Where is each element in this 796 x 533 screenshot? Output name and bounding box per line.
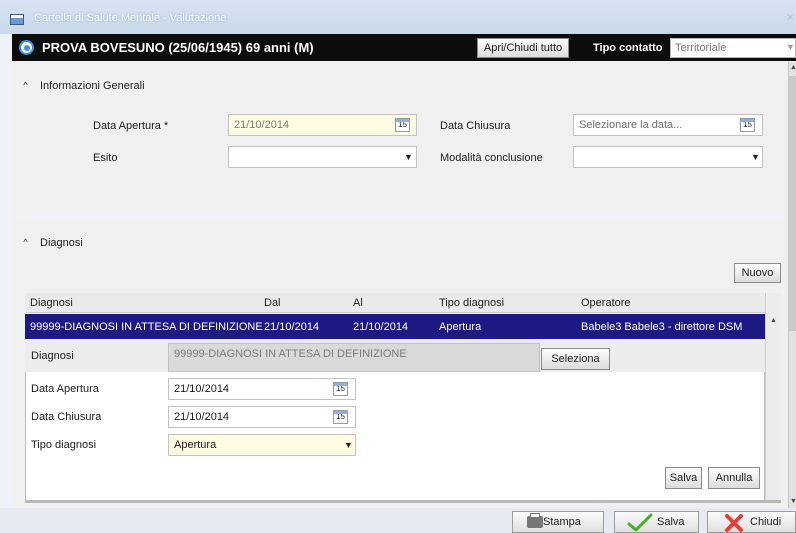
- detail-data-apertura-label: Data Apertura: [31, 383, 99, 395]
- patient-info-icon: [19, 40, 34, 55]
- salva-button[interactable]: Salva: [614, 511, 699, 533]
- calendar-icon[interactable]: 15: [740, 118, 755, 132]
- row-tipo-cell: Apertura: [439, 321, 482, 333]
- col-dal[interactable]: Dal: [264, 297, 281, 309]
- app-window-icon: [10, 14, 24, 25]
- data-chiusura-label: Data Chiusura: [440, 120, 511, 132]
- col-operatore[interactable]: Operatore: [581, 297, 631, 309]
- calendar-icon[interactable]: 15: [395, 118, 410, 132]
- modalita-conclusione-label: Modalità conclusione: [440, 152, 543, 164]
- tipo-contatto-label: Tipo contatto: [593, 42, 663, 54]
- detail-annulla-button[interactable]: Annulla: [708, 467, 760, 489]
- detail-tipo-label: Tipo diagnosi: [31, 439, 97, 451]
- patient-name: PROVA BOVESUNO (25/06/1945) 69 anni (M): [42, 40, 314, 55]
- row-diagnosi-cell: 99999-DIAGNOSI IN ATTESA DI DEFINIZIONE: [30, 321, 263, 333]
- chevron-down-icon: ▼: [751, 152, 760, 162]
- toggle-all-button[interactable]: Apri/Chiudi tutto: [477, 38, 569, 58]
- printer-icon: [527, 513, 543, 528]
- grid-bottom-border: [25, 500, 781, 503]
- tipo-contatto-select[interactable]: Territoriale: [670, 38, 796, 58]
- col-al[interactable]: Al: [353, 297, 363, 309]
- scroll-down-icon[interactable]: ▼: [790, 498, 796, 505]
- grid-scrollbar[interactable]: ▲: [765, 293, 781, 500]
- salva-label: Salva: [657, 516, 685, 528]
- collapse-general-icon[interactable]: ^: [20, 80, 31, 91]
- col-diagnosi[interactable]: Diagnosi: [30, 297, 73, 309]
- data-apertura-label: Data Apertura *: [93, 120, 169, 132]
- checkmark-icon: [627, 513, 653, 532]
- seleziona-button[interactable]: Seleziona: [541, 348, 610, 370]
- calendar-icon[interactable]: 15: [333, 410, 348, 424]
- esito-label: Esito: [93, 152, 118, 164]
- col-tipo-diagnosi[interactable]: Tipo diagnosi: [439, 297, 504, 309]
- row-dal-cell: 21/10/2014: [264, 321, 320, 333]
- detail-tipo-select[interactable]: Apertura: [168, 434, 356, 456]
- window-title: Cartella di Salute Mentale - Valutazione: [34, 12, 227, 24]
- row-al-cell: 21/10/2014: [353, 321, 409, 333]
- detail-diagnosi-label: Diagnosi: [31, 350, 74, 362]
- collapse-diagnosi-icon[interactable]: ^: [20, 237, 31, 248]
- diagnosi-grid-header: [25, 293, 765, 313]
- chevron-down-icon: ▼: [344, 440, 353, 450]
- scroll-up-icon[interactable]: ▲: [790, 64, 796, 71]
- close-icon: [725, 514, 743, 532]
- chevron-down-icon: ▼: [786, 42, 795, 52]
- calendar-icon[interactable]: 15: [333, 382, 348, 396]
- nuovo-button[interactable]: Nuovo: [734, 263, 781, 283]
- detail-diagnosi-field: 99999-DIAGNOSI IN ATTESA DI DEFINIZIONE: [168, 343, 540, 372]
- window-close-icon[interactable]: ×: [786, 9, 795, 26]
- main-scrollbar[interactable]: ▲ ▼: [788, 62, 796, 520]
- diagnosi-title: Diagnosi: [40, 237, 83, 249]
- stampa-button[interactable]: Stampa: [512, 511, 604, 533]
- stampa-label: Stampa: [543, 516, 581, 528]
- chevron-down-icon: ▼: [404, 152, 413, 162]
- row-operatore-cell: Babele3 Babele3 - direttore DSM: [581, 321, 743, 333]
- general-info-title: Informazioni Generali: [40, 80, 145, 92]
- chiudi-label: Chiudi: [750, 516, 782, 528]
- data-chiusura-field[interactable]: Selezionare la data...: [573, 114, 763, 136]
- detail-data-chiusura-label: Data Chiusura: [31, 411, 102, 423]
- data-apertura-field[interactable]: 21/10/2014: [228, 114, 417, 136]
- scrollbar-thumb[interactable]: [789, 76, 796, 331]
- scroll-up-icon[interactable]: ▲: [770, 317, 777, 324]
- detail-data-chiusura-field[interactable]: 21/10/2014: [168, 406, 356, 428]
- detail-salva-button[interactable]: Salva: [665, 467, 702, 489]
- detail-data-apertura-field[interactable]: 21/10/2014: [168, 378, 356, 400]
- chiudi-button[interactable]: Chiudi: [707, 511, 796, 533]
- modalita-conclusione-select[interactable]: [573, 146, 763, 168]
- esito-select[interactable]: [228, 146, 417, 168]
